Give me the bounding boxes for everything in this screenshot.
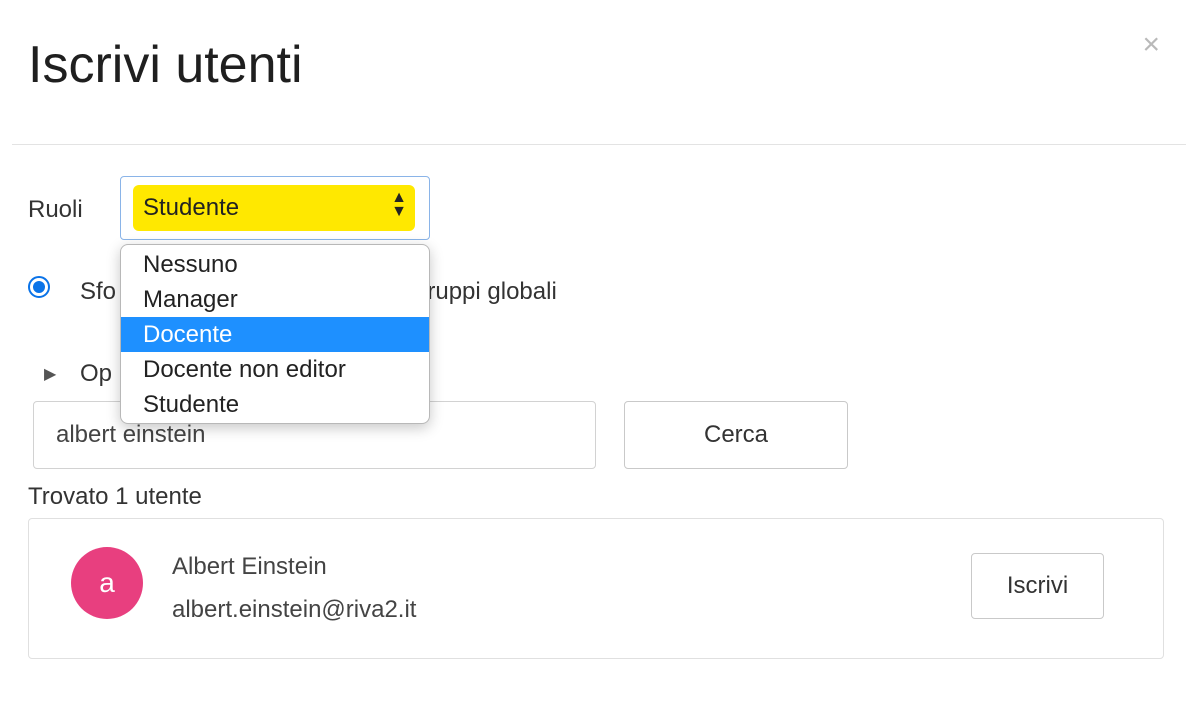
search-button[interactable]: Cerca [624,401,848,469]
options-label[interactable]: Op [80,360,112,388]
role-option-docente-non-editor[interactable]: Docente non editor [121,352,429,387]
user-name: Albert Einstein [172,553,327,580]
close-icon[interactable]: × [1142,30,1160,60]
radio-button[interactable] [28,276,50,298]
header-divider [12,144,1186,145]
roles-label: Ruoli [28,196,83,223]
user-result-card: a Albert Einstein albert.einstein@riva2.… [28,518,1164,659]
role-select[interactable]: Studente ▲ ▼ [120,176,430,240]
radio-label: Sfo gruppi globali [80,278,557,306]
radio-selected-dot [33,281,45,293]
role-option-nessuno[interactable]: Nessuno [121,247,429,282]
radio-label-prefix: Sfo [80,278,117,305]
modal-title: Iscrivi utenti [28,36,303,94]
radio-label-suffix: gruppi globali [414,278,557,305]
role-dropdown-list: Nessuno Manager Docente Docente non edit… [120,244,430,424]
avatar: a [71,547,143,619]
user-email: albert.einstein@riva2.it [172,596,417,623]
role-option-manager[interactable]: Manager [121,282,429,317]
role-select-value: Studente [143,194,240,221]
role-option-studente[interactable]: Studente [121,387,429,422]
enrol-button[interactable]: Iscrivi [971,553,1104,619]
role-option-docente[interactable]: Docente [121,317,429,352]
result-count: Trovato 1 utente [28,483,202,510]
expand-triangle-icon[interactable]: ▶ [44,364,56,384]
select-caret-icon: ▲ ▼ [391,189,407,220]
